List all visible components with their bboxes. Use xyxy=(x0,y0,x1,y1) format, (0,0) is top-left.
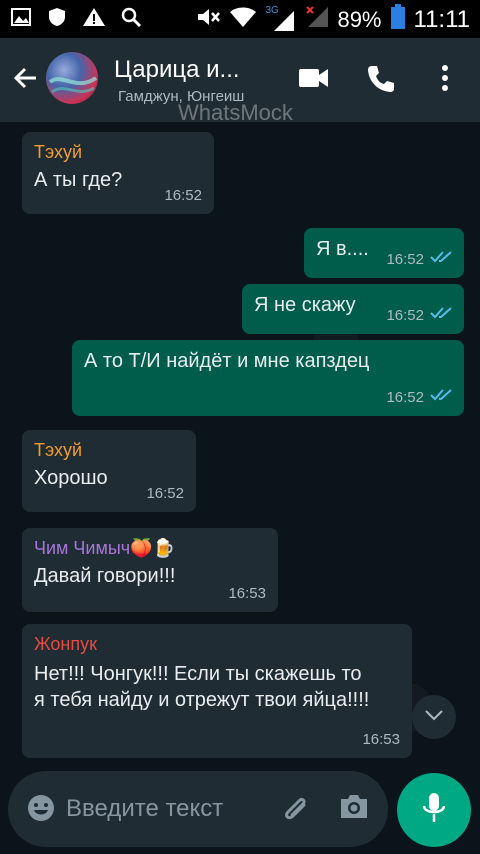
sender-name: Чим Чимыч🍑🍺 xyxy=(34,538,175,558)
message-text: Я не скажу xyxy=(254,294,356,316)
message-input-placeholder: Введите текст xyxy=(66,795,224,822)
status-bar: 3G 89% 11:11 xyxy=(0,0,480,38)
gallery-icon xyxy=(10,6,32,33)
message-text: Давай говори!!! xyxy=(34,565,176,587)
attach-icon[interactable] xyxy=(280,791,310,830)
chevron-down-icon xyxy=(424,708,444,727)
battery-icon xyxy=(390,4,406,35)
message-text: Я в.... xyxy=(316,238,369,260)
sender-name: Тэхуй xyxy=(34,440,83,460)
message-text: Хорошо xyxy=(34,467,108,489)
sender-name: Тэхуй xyxy=(34,142,83,162)
network-type-label: 3G xyxy=(265,4,279,16)
message-incoming[interactable]: Чим Чимыч🍑🍺 Давай говори!!! 16:53 xyxy=(22,528,278,612)
wifi-icon xyxy=(229,5,257,34)
signal-3g-icon: 3G xyxy=(265,4,295,33)
scroll-down-button[interactable] xyxy=(412,695,456,739)
battery-percent: 89% xyxy=(337,6,382,32)
read-receipt-icon xyxy=(430,250,454,269)
message-input[interactable]: Введите текст xyxy=(8,771,388,847)
message-text: А ты где? xyxy=(34,169,123,191)
message-time: 16:52 xyxy=(386,251,424,268)
search-icon xyxy=(120,6,142,33)
message-time: 16:52 xyxy=(386,389,424,406)
warning-icon xyxy=(82,6,106,33)
shield-icon xyxy=(46,6,68,33)
message-time: 16:53 xyxy=(228,585,266,602)
message-outgoing[interactable]: Я в.... 16:52 xyxy=(304,228,464,278)
message-incoming[interactable]: Жонпук Нет!!! Чонгук!!! Если ты скажешь … xyxy=(22,624,412,758)
message-time: 16:53 xyxy=(362,731,400,748)
signal-icon xyxy=(303,5,329,34)
read-receipt-icon xyxy=(430,388,454,407)
mute-icon xyxy=(195,5,221,34)
message-time: 16:52 xyxy=(146,485,184,502)
message-outgoing[interactable]: Я не скажу 16:52 xyxy=(242,284,464,334)
mic-button[interactable] xyxy=(397,773,471,847)
message-text: Нет!!! Чонгук!!! Если ты скажешь то я те… xyxy=(34,663,370,711)
read-receipt-icon xyxy=(430,306,454,325)
microphone-icon xyxy=(421,791,447,830)
video-call-icon[interactable] xyxy=(298,64,330,97)
clock: 11:11 xyxy=(413,5,471,33)
group-avatar[interactable] xyxy=(46,52,98,104)
back-arrow-icon[interactable] xyxy=(12,64,40,97)
message-time: 16:52 xyxy=(386,307,424,324)
message-text: А то Т/И найдёт и мне капздец xyxy=(84,350,370,372)
message-list[interactable]: Тэхуй А ты где? 16:52 Я в.... 16:52 Я не… xyxy=(0,122,480,854)
phone-call-icon[interactable] xyxy=(366,64,396,99)
more-options-icon[interactable] xyxy=(440,64,450,97)
chat-title[interactable]: Царица и... xyxy=(114,56,240,84)
emoji-icon[interactable] xyxy=(26,793,56,828)
message-outgoing[interactable]: А то Т/И найдёт и мне капздец 16:52 xyxy=(72,340,464,416)
sender-name: Жонпук xyxy=(34,634,97,654)
chat-header: Царица и... Гамджун, Юнгеиш WhatsMock xyxy=(0,38,480,125)
message-time: 16:52 xyxy=(164,187,202,204)
message-incoming[interactable]: Тэхуй А ты где? 16:52 xyxy=(22,132,214,214)
message-incoming[interactable]: Тэхуй Хорошо 16:52 xyxy=(22,430,196,512)
camera-icon[interactable] xyxy=(338,793,370,826)
